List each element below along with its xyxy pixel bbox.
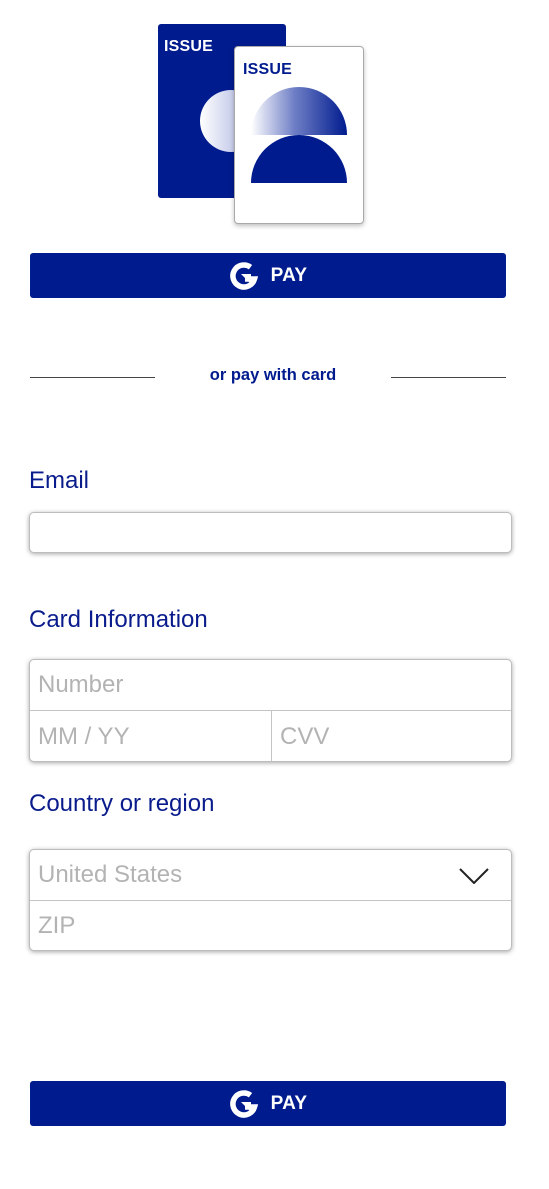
card-cvv-field[interactable]: CVV bbox=[272, 711, 511, 761]
chevron-down-icon bbox=[459, 868, 489, 884]
divider-text: or pay with card bbox=[209, 366, 337, 384]
g-logo-icon bbox=[229, 1089, 258, 1118]
magazine-front-cover: ISSUE bbox=[234, 46, 364, 224]
pay-button-label: PAY bbox=[270, 264, 308, 286]
card-info-label: Card Information bbox=[29, 606, 208, 633]
pay-button-bottom[interactable]: PAY bbox=[30, 1081, 506, 1126]
card-number-field[interactable]: Number bbox=[30, 660, 511, 710]
divider-line-left bbox=[30, 377, 155, 378]
email-label: Email bbox=[29, 467, 90, 494]
card-expiry-field[interactable]: MM / YY bbox=[30, 711, 271, 761]
divider-line-right bbox=[391, 377, 506, 378]
pay-button-label: PAY bbox=[270, 1092, 308, 1114]
country-select-value: United States bbox=[38, 861, 183, 888]
pay-button-top[interactable]: PAY bbox=[30, 253, 506, 298]
magazine-gradient-semicircle bbox=[251, 87, 347, 135]
country-region-label: Country or region bbox=[29, 790, 215, 817]
country-select[interactable]: United States bbox=[30, 850, 511, 900]
country-region-box: United States ZIP bbox=[29, 849, 512, 951]
zip-field[interactable]: ZIP bbox=[30, 901, 511, 950]
email-field[interactable] bbox=[30, 513, 511, 552]
magazine-back-title: ISSUE bbox=[164, 38, 214, 55]
magazine-solid-semicircle bbox=[251, 135, 347, 183]
card-info-box: Number MM / YY CVV bbox=[29, 659, 512, 762]
magazine-front-title: ISSUE bbox=[243, 61, 293, 78]
g-logo-icon bbox=[229, 261, 258, 290]
email-box bbox=[29, 512, 512, 553]
